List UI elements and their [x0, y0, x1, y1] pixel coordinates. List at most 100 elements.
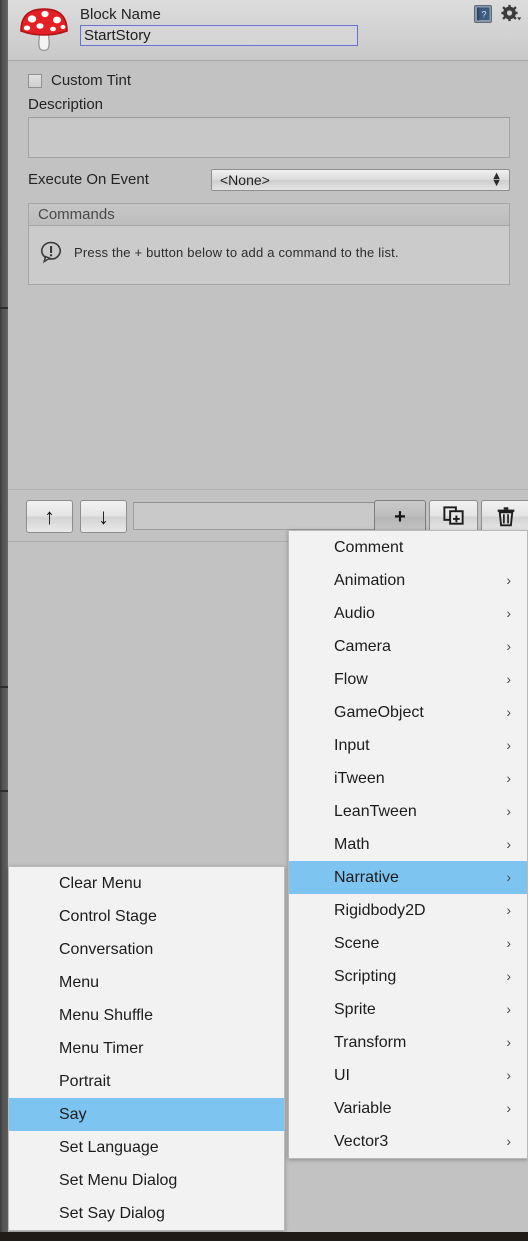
- menu-item-label: Math: [334, 836, 370, 853]
- submenu-item-set-menu-dialog[interactable]: Set Menu Dialog: [9, 1164, 284, 1197]
- menu-item-gameobject[interactable]: GameObject ›: [289, 696, 527, 729]
- execute-on-event-dropdown[interactable]: <None> ▲ ▼: [211, 169, 510, 191]
- book-help-icon[interactable]: ?: [473, 4, 493, 24]
- add-command-menu[interactable]: Comment Animation › Audio › Camera › Flow › GameO…: [288, 530, 528, 1159]
- command-search-field[interactable]: [133, 502, 387, 530]
- mushroom-icon: [16, 3, 72, 57]
- submenu-item-portrait[interactable]: Portrait: [9, 1065, 284, 1098]
- chevron-right-icon: ›: [506, 704, 511, 720]
- block-name-input[interactable]: [81, 26, 357, 45]
- submenu-item-clear-menu[interactable]: Clear Menu: [9, 867, 284, 900]
- chevron-right-icon: ›: [506, 1133, 511, 1149]
- gear-dropdown-icon[interactable]: [500, 4, 522, 24]
- window-chrome-bottom-edge: [0, 1232, 528, 1241]
- menu-item-label: Menu Timer: [59, 1040, 144, 1057]
- submenu-item-menu-timer[interactable]: Menu Timer: [9, 1032, 284, 1065]
- menu-item-input[interactable]: Input ›: [289, 729, 527, 762]
- menu-item-label: Rigidbody2D: [334, 902, 426, 919]
- menu-item-rigidbody2d[interactable]: Rigidbody2D ›: [289, 894, 527, 927]
- custom-tint-row[interactable]: Custom Tint: [28, 72, 131, 89]
- submenu-item-set-language[interactable]: Set Language: [9, 1131, 284, 1164]
- chevron-right-icon: ›: [506, 869, 511, 885]
- block-name-field[interactable]: [80, 25, 358, 46]
- menu-item-label: LeanTween: [334, 803, 417, 820]
- chevron-right-icon: ›: [506, 836, 511, 852]
- submenu-item-control-stage[interactable]: Control Stage: [9, 900, 284, 933]
- trash-icon: [497, 506, 514, 526]
- menu-item-label: Camera: [334, 638, 391, 655]
- menu-item-label: Menu Shuffle: [59, 1007, 153, 1024]
- menu-item-label: Portrait: [59, 1073, 111, 1090]
- submenu-item-set-say-dialog[interactable]: Set Say Dialog: [9, 1197, 284, 1230]
- fungus-block-inspector-window: Block Name ?: [0, 0, 528, 1241]
- menu-item-animation[interactable]: Animation ›: [289, 564, 527, 597]
- window-chrome-left-edge: [0, 0, 8, 1241]
- menu-item-narrative[interactable]: Narrative ›: [289, 861, 527, 894]
- menu-item-label: Scene: [334, 935, 380, 952]
- info-exclamation-icon: [39, 240, 63, 264]
- menu-item-itween[interactable]: iTween ›: [289, 762, 527, 795]
- menu-item-math[interactable]: Math ›: [289, 828, 527, 861]
- submenu-item-say[interactable]: Say: [9, 1098, 284, 1131]
- move-command-up-button[interactable]: ↑: [26, 500, 73, 533]
- submenu-item-menu[interactable]: Menu: [9, 966, 284, 999]
- menu-item-leantween[interactable]: LeanTween ›: [289, 795, 527, 828]
- menu-item-variable[interactable]: Variable ›: [289, 1092, 527, 1125]
- arrow-down-icon: ↓: [98, 503, 109, 529]
- chrome-notch: [0, 790, 8, 792]
- execute-on-event-row: Execute On Event <None> ▲ ▼: [28, 169, 510, 191]
- submenu-item-menu-shuffle[interactable]: Menu Shuffle: [9, 999, 284, 1032]
- menu-item-label: Set Say Dialog: [59, 1205, 165, 1222]
- chevron-right-icon: ›: [506, 770, 511, 786]
- chevron-right-icon: ›: [506, 902, 511, 918]
- chevron-right-icon: ›: [506, 803, 511, 819]
- chrome-notch: [0, 686, 8, 688]
- menu-item-camera[interactable]: Camera ›: [289, 630, 527, 663]
- chevron-right-icon: ›: [506, 968, 511, 984]
- menu-item-label: Audio: [334, 605, 375, 622]
- menu-item-label: Control Stage: [59, 908, 157, 925]
- menu-item-vector3[interactable]: Vector3 ›: [289, 1125, 527, 1158]
- custom-tint-checkbox[interactable]: [28, 73, 42, 88]
- menu-item-ui[interactable]: UI ›: [289, 1059, 527, 1092]
- menu-item-label: Say: [59, 1106, 87, 1123]
- commands-section-header: Commands: [28, 203, 510, 225]
- commands-empty-message: Press the + button below to add a comman…: [74, 244, 399, 260]
- duplicate-command-button[interactable]: [429, 500, 478, 533]
- menu-item-label: Transform: [334, 1034, 407, 1051]
- menu-item-label: Variable: [334, 1100, 392, 1117]
- menu-item-scene[interactable]: Scene ›: [289, 927, 527, 960]
- description-label: Description: [28, 96, 104, 113]
- commands-empty-state: Press the + button below to add a comman…: [39, 240, 399, 264]
- menu-item-label: Sprite: [334, 1001, 376, 1018]
- menu-item-label: Input: [334, 737, 370, 754]
- menu-item-comment[interactable]: Comment: [289, 531, 527, 564]
- header-icon-group: ?: [473, 4, 522, 24]
- menu-item-label: Narrative: [334, 869, 399, 886]
- chevron-right-icon: ›: [506, 671, 511, 687]
- move-command-down-button[interactable]: ↓: [80, 500, 127, 533]
- menu-item-audio[interactable]: Audio ›: [289, 597, 527, 630]
- narrative-submenu[interactable]: Clear Menu Control Stage Conversation Menu M…: [8, 866, 285, 1231]
- delete-command-button[interactable]: [481, 500, 528, 533]
- description-textarea[interactable]: [28, 117, 510, 158]
- commands-list[interactable]: Press the + button below to add a comman…: [28, 225, 510, 285]
- add-command-button[interactable]: +: [374, 500, 426, 533]
- chevron-right-icon: ›: [506, 1034, 511, 1050]
- svg-text:?: ?: [481, 10, 486, 20]
- chevron-right-icon: ›: [506, 572, 511, 588]
- chevron-right-icon: ›: [506, 1067, 511, 1083]
- menu-item-scripting[interactable]: Scripting ›: [289, 960, 527, 993]
- submenu-item-conversation[interactable]: Conversation: [9, 933, 284, 966]
- menu-item-label: Flow: [334, 671, 368, 688]
- block-name-label: Block Name: [80, 6, 161, 23]
- menu-item-transform[interactable]: Transform ›: [289, 1026, 527, 1059]
- menu-item-sprite[interactable]: Sprite ›: [289, 993, 527, 1026]
- custom-tint-label: Custom Tint: [51, 72, 132, 89]
- menu-item-label: Comment: [334, 539, 404, 556]
- menu-item-label: Set Language: [59, 1139, 159, 1156]
- menu-item-flow[interactable]: Flow ›: [289, 663, 527, 696]
- menu-item-label: iTween: [334, 770, 385, 787]
- menu-item-label: Conversation: [59, 941, 154, 958]
- menu-item-label: Scripting: [334, 968, 397, 985]
